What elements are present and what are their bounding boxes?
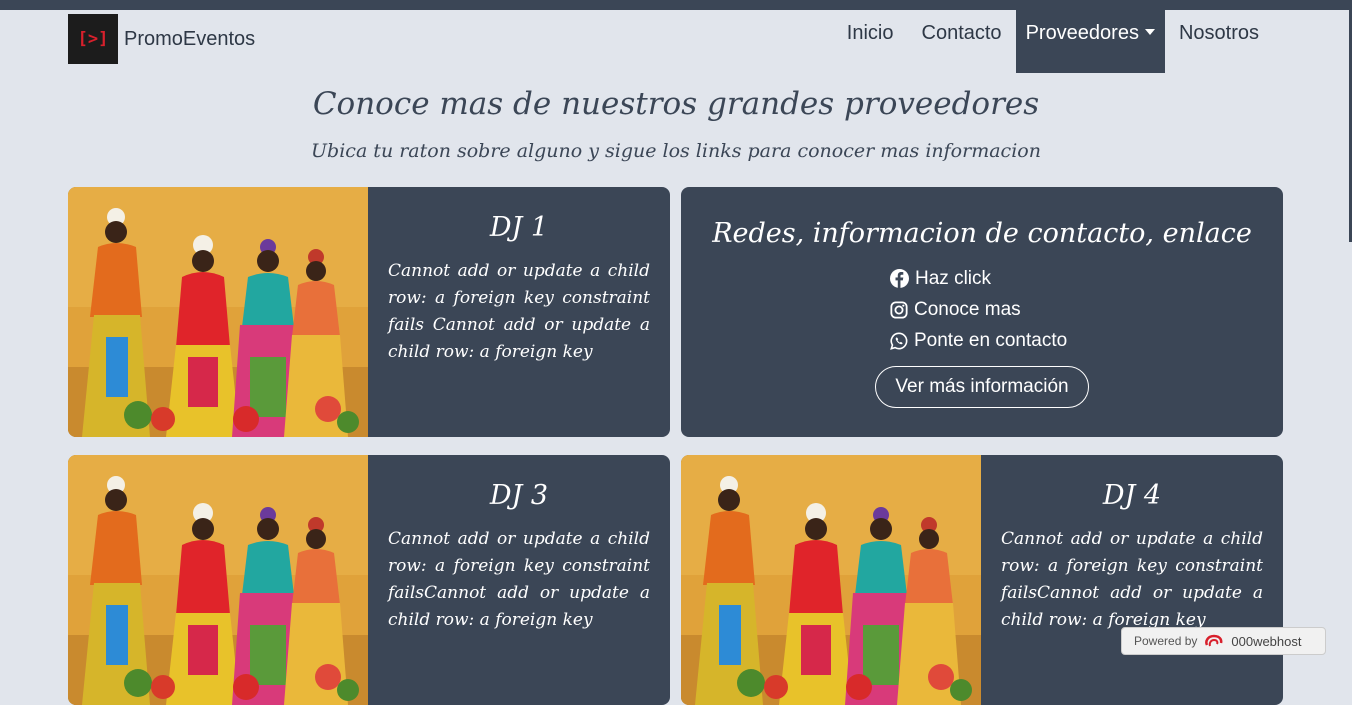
- contact-card: Redes, informacion de contacto, enlace H…: [681, 187, 1283, 437]
- card-text: Cannot add or update a child row: a fore…: [388, 261, 650, 362]
- main-nav: Inicio Contacto Proveedores Nosotros: [833, 10, 1273, 73]
- card-title: DJ 1: [489, 212, 549, 243]
- whatsapp-icon: [890, 332, 908, 350]
- card-text: Cannot add or update a child row: a fore…: [388, 529, 650, 630]
- instagram-link[interactable]: Conoce mas: [890, 294, 1067, 325]
- powered-by-label: Powered by: [1134, 634, 1198, 648]
- hosting-badge[interactable]: Powered by 000webhost: [1121, 627, 1326, 655]
- instagram-label: Conoce mas: [914, 298, 1021, 320]
- nav-item-nosotros[interactable]: Nosotros: [1165, 10, 1273, 73]
- card-text: Cannot add or update a child row: a fore…: [1001, 529, 1263, 630]
- chevron-down-icon: [1144, 29, 1155, 35]
- contact-heading: Redes, informacion de contacto, enlace: [712, 218, 1252, 249]
- nav-item-proveedores-label: Proveedores: [1025, 22, 1139, 44]
- card-title: DJ 4: [1102, 480, 1162, 511]
- nav-item-contacto[interactable]: Contacto: [908, 10, 1016, 73]
- provider-card[interactable]: DJ 4 Cannot add or update a child row: a…: [681, 455, 1283, 705]
- provider-card[interactable]: DJ 1 Cannot add or update a child row: a…: [68, 187, 670, 437]
- logo: [>]: [68, 14, 118, 64]
- whatsapp-label: Ponte en contacto: [914, 329, 1068, 351]
- provider-photo: [681, 455, 981, 705]
- nav-item-proveedores[interactable]: Proveedores: [1015, 10, 1165, 73]
- webhost-label: 000webhost: [1231, 633, 1302, 649]
- brand-name: PromoEventos: [124, 27, 256, 50]
- page-subtitle: Ubica tu raton sobre alguno y sigue los …: [311, 140, 1041, 162]
- provider-card[interactable]: DJ 3 Cannot add or update a child row: a…: [68, 455, 670, 705]
- card-title: DJ 3: [489, 480, 549, 511]
- top-bar: [0, 0, 1352, 10]
- provider-photo: [68, 187, 368, 437]
- instagram-icon: [890, 300, 908, 319]
- brand[interactable]: [>] PromoEventos: [68, 14, 255, 64]
- facebook-link[interactable]: Haz click: [890, 263, 1067, 294]
- ver-mas-button[interactable]: Ver más información: [875, 366, 1089, 408]
- page-title: Conoce mas de nuestros grandes proveedor…: [312, 86, 1040, 122]
- whatsapp-link[interactable]: Ponte en contacto: [890, 325, 1067, 356]
- nav-item-inicio[interactable]: Inicio: [833, 10, 908, 73]
- provider-photo: [68, 455, 368, 705]
- facebook-label: Haz click: [915, 267, 992, 289]
- webhost-logo-icon: [1205, 634, 1223, 647]
- facebook-icon: [890, 269, 909, 288]
- contact-links: Haz click Conoce mas Ponte en contacto: [890, 263, 1067, 356]
